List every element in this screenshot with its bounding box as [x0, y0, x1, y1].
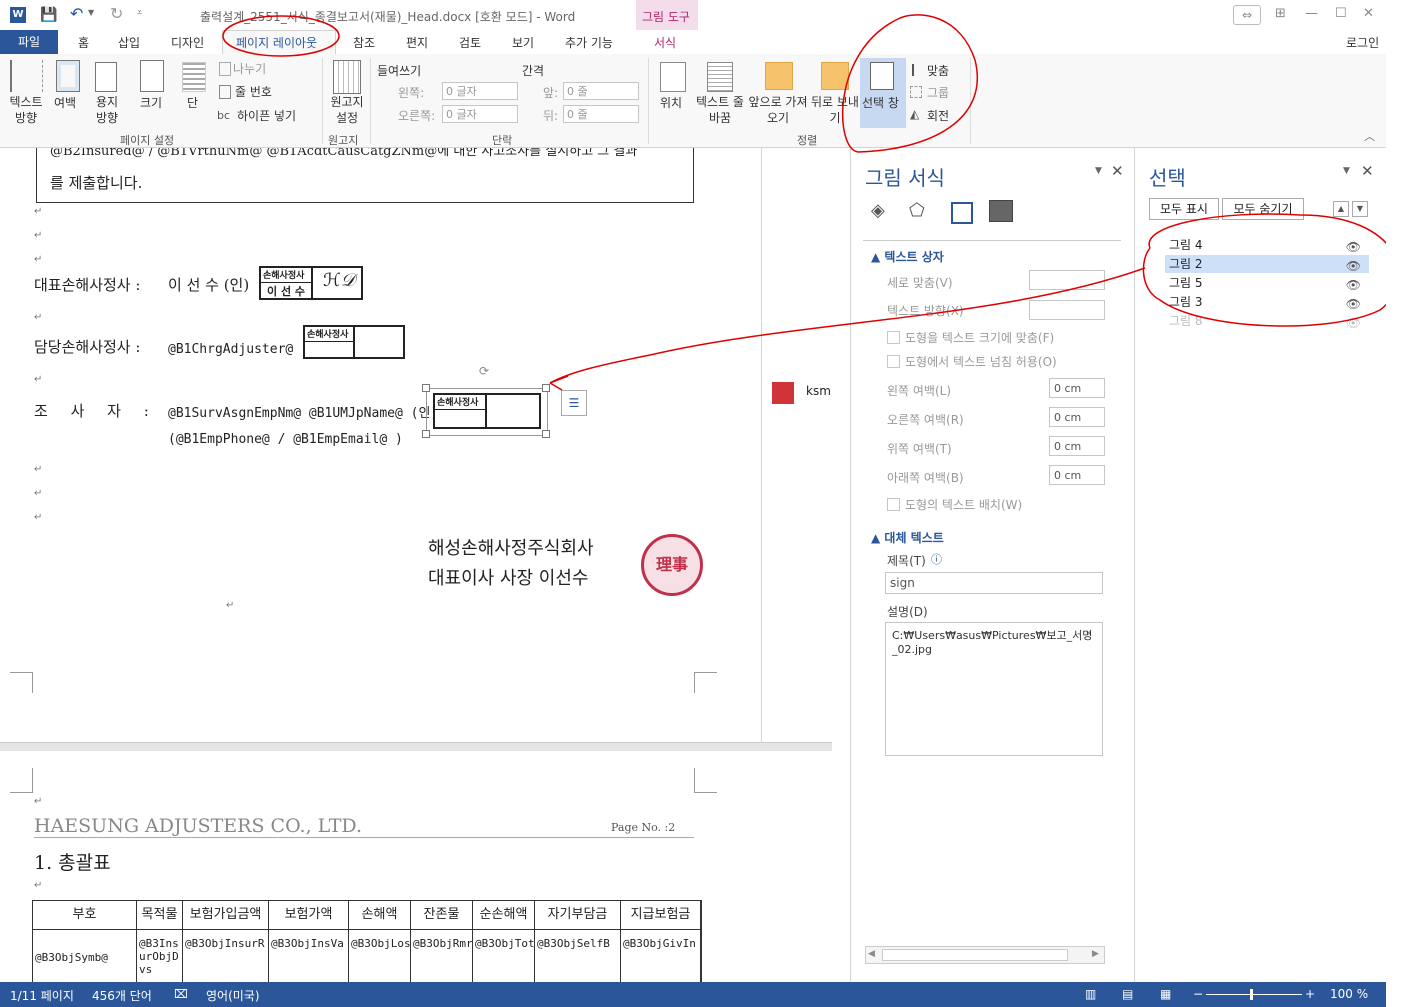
- read-mode-icon[interactable]: ▥: [1085, 987, 1096, 1001]
- zoom-slider-thumb[interactable]: [1250, 989, 1253, 1000]
- page-count[interactable]: 1/11 페이지: [10, 987, 74, 1004]
- web-layout-icon[interactable]: ▦: [1160, 987, 1171, 1001]
- proofing-icon[interactable]: ⌧: [174, 987, 188, 1001]
- zoom-out-icon[interactable]: −: [1193, 987, 1203, 1001]
- zoom-slider[interactable]: [1206, 994, 1302, 995]
- red-annotations: [222, 14, 1401, 391]
- zoom-level[interactable]: 100 %: [1330, 987, 1368, 1001]
- window-edge: [1386, 0, 1406, 1007]
- print-layout-icon[interactable]: ▤: [1122, 987, 1133, 1001]
- language[interactable]: 영어(미국): [206, 987, 260, 1004]
- word-count[interactable]: 456개 단어: [92, 987, 152, 1004]
- status-bar: 1/11 페이지 456개 단어 ⌧ 영어(미국) ▥ ▤ ▦ − + 100 …: [0, 982, 1386, 1007]
- zoom-in-icon[interactable]: +: [1305, 987, 1315, 1001]
